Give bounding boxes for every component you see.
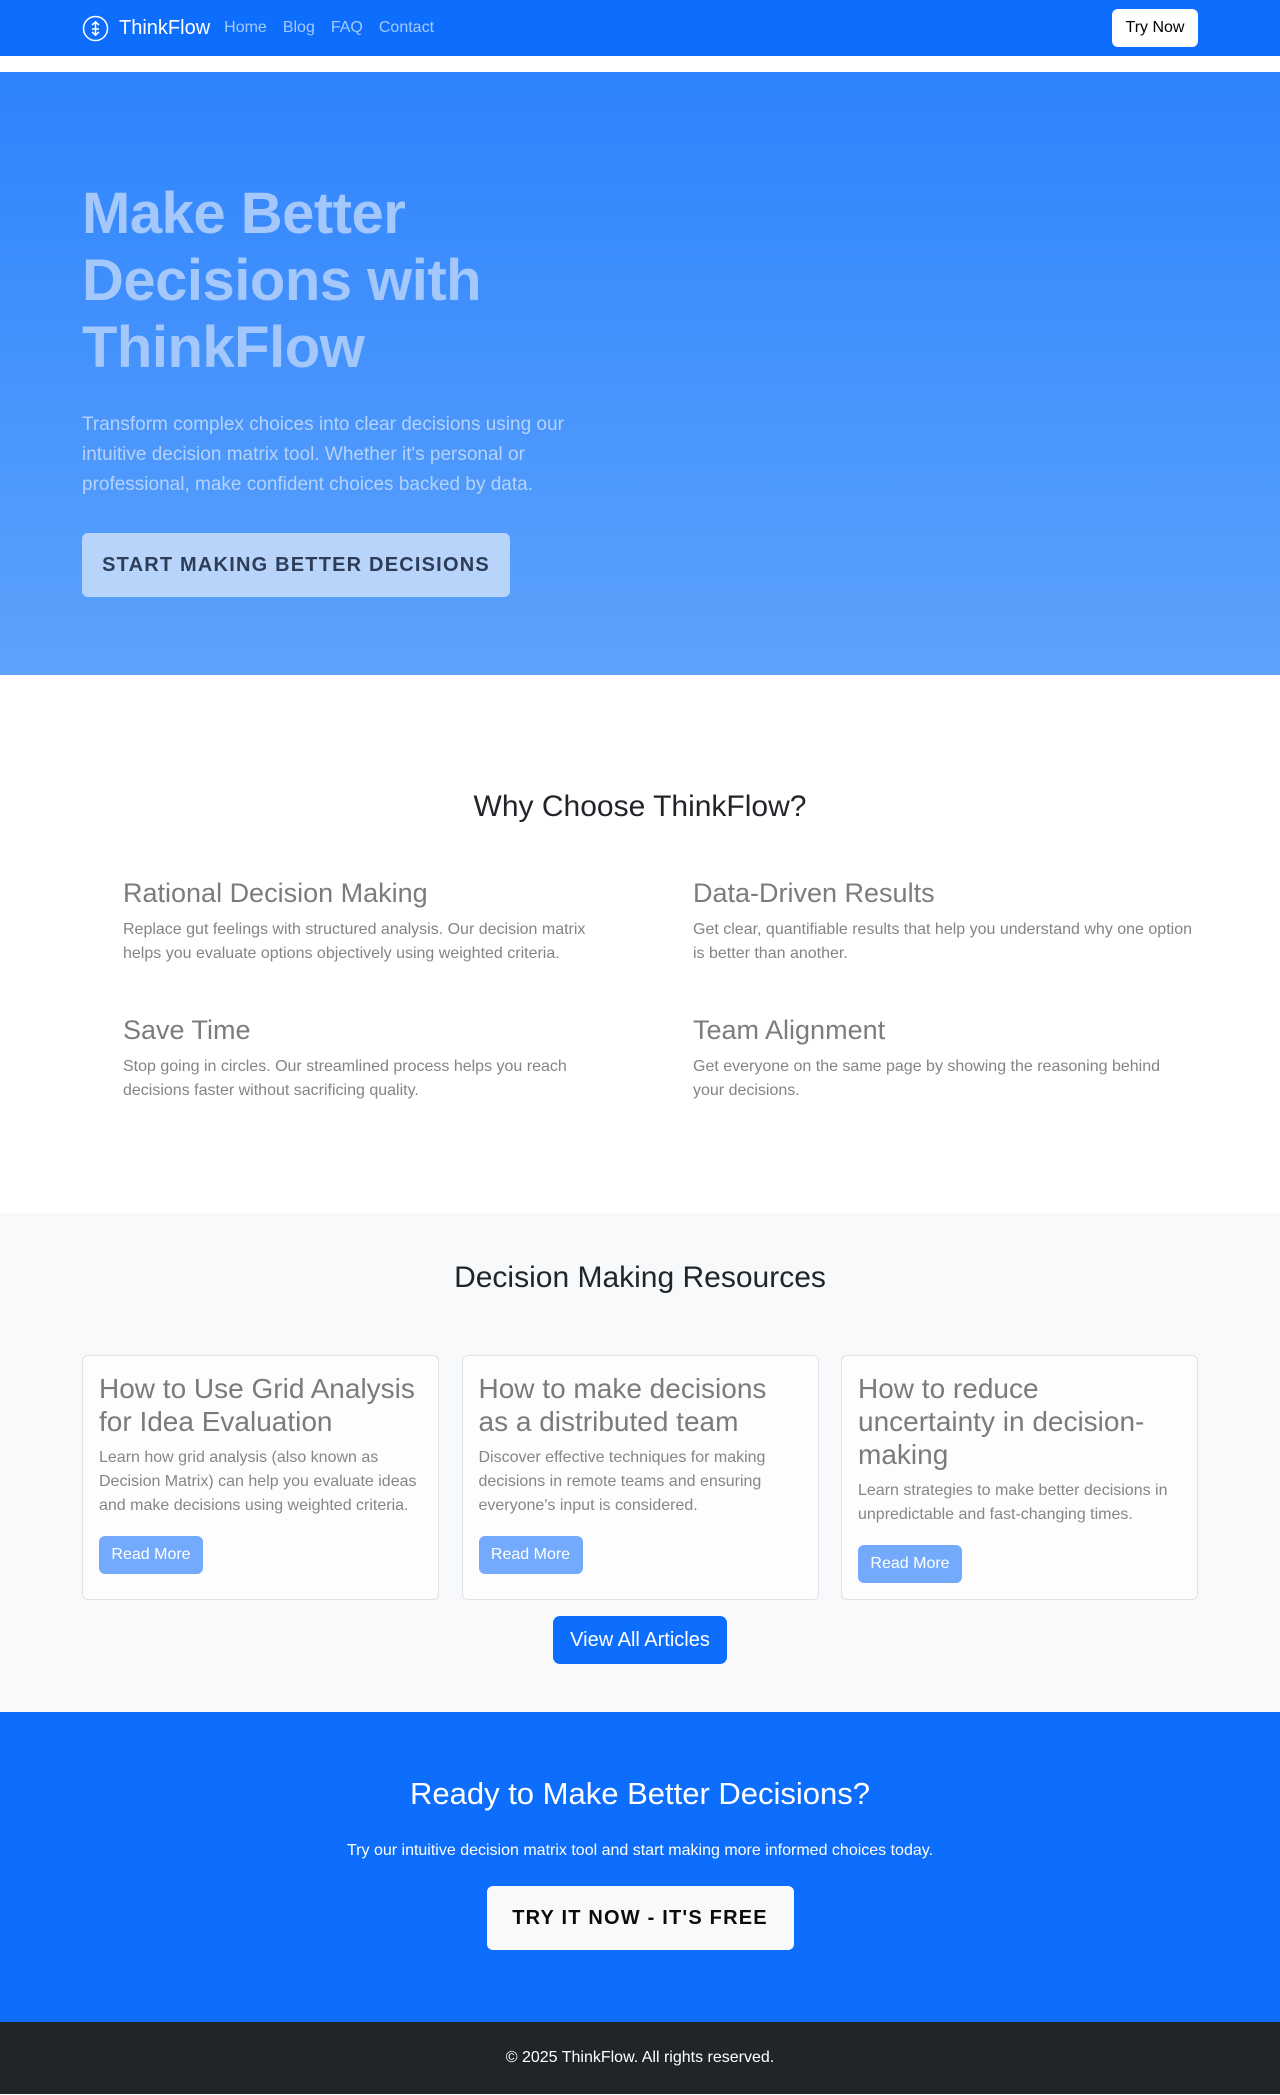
feature-text: Replace gut feelings with structured ana… xyxy=(123,921,586,962)
footer-copyright: © 2025 ThinkFlow. All rights reserved. xyxy=(505,2049,775,2066)
hero-section: Make Better Decisions with ThinkFlow Tra… xyxy=(0,72,1280,675)
read-more-button[interactable]: Read More xyxy=(478,1536,583,1574)
article-title: How to Use Grid Analysis for Idea Evalua… xyxy=(99,1373,415,1437)
try-it-free-button[interactable]: TRY IT NOW - IT'S FREE xyxy=(486,1886,794,1950)
article-summary: Learn how grid analysis (also known as D… xyxy=(99,1449,417,1514)
article-title: How to make decisions as a distributed t… xyxy=(478,1373,767,1437)
brand-link[interactable]: ThinkFlow xyxy=(82,15,210,42)
cta-text: Try our intuitive decision matrix tool a… xyxy=(346,1842,934,1859)
resources-heading: Decision Making Resources xyxy=(454,1261,826,1294)
feature-item: Save Time Stop going in circles. Our str… xyxy=(82,1015,652,1103)
article-card: How to reduce uncertainty in decision-ma… xyxy=(841,1355,1198,1600)
feature-title: Team Alignment xyxy=(693,1015,886,1045)
feature-grid: Rational Decision Making Replace gut fee… xyxy=(82,878,1198,1103)
try-now-button[interactable]: Try Now xyxy=(1112,9,1198,47)
nav-spacer xyxy=(0,56,1280,72)
feature-item: Data-Driven Results Get clear, quantifia… xyxy=(652,878,1198,966)
brand-name: ThinkFlow xyxy=(119,16,211,39)
article-card: How to make decisions as a distributed t… xyxy=(461,1355,819,1600)
article-summary: Discover effective techniques for making… xyxy=(478,1449,766,1514)
article-card: How to Use Grid Analysis for Idea Evalua… xyxy=(82,1355,439,1600)
nav-link-blog[interactable]: Blog xyxy=(283,19,315,37)
nav-link-faq[interactable]: FAQ xyxy=(331,19,363,37)
view-all-wrapper: View All Articles xyxy=(0,1616,1280,1664)
feature-text: Get clear, quantifiable results that hel… xyxy=(693,921,1192,962)
feature-title: Data-Driven Results xyxy=(693,878,935,908)
hero-title: Make Better Decisions with ThinkFlow xyxy=(82,181,482,380)
feature-text: Stop going in circles. Our streamlined p… xyxy=(123,1058,567,1099)
nav-link-contact[interactable]: Contact xyxy=(379,19,434,37)
article-summary: Learn strategies to make better decision… xyxy=(858,1482,1168,1523)
hero-subtitle: Transform complex choices into clear dec… xyxy=(82,414,564,495)
nav-link-home[interactable]: Home xyxy=(224,19,267,37)
feature-item: Team Alignment Get everyone on the same … xyxy=(652,1015,1198,1103)
article-title: How to reduce uncertainty in decision-ma… xyxy=(858,1373,1145,1470)
read-more-button[interactable]: Read More xyxy=(99,1536,203,1574)
feature-text: Get everyone on the same page by showing… xyxy=(693,1058,1160,1099)
feature-item: Rational Decision Making Replace gut fee… xyxy=(82,878,652,966)
resources-section: Decision Making Resources How to Use Gri… xyxy=(0,1213,1280,1712)
feature-title: Save Time xyxy=(123,1015,251,1045)
feature-title: Rational Decision Making xyxy=(123,878,428,908)
view-all-articles-button[interactable]: View All Articles xyxy=(553,1616,727,1664)
cta-section: Ready to Make Better Decisions? Try our … xyxy=(0,1712,1280,2022)
navbar: ThinkFlow Home Blog FAQ Contact Try Now xyxy=(0,0,1280,56)
decision-logo-icon xyxy=(82,15,109,42)
features-heading: Why Choose ThinkFlow? xyxy=(473,790,807,823)
nav-links: Home Blog FAQ Contact xyxy=(224,19,434,37)
footer: © 2025 ThinkFlow. All rights reserved. xyxy=(0,2022,1280,2094)
features-section: Why Choose ThinkFlow? Rational Decision … xyxy=(0,675,1280,1213)
read-more-button[interactable]: Read More xyxy=(858,1545,962,1583)
article-cards: How to Use Grid Analysis for Idea Evalua… xyxy=(82,1355,1198,1600)
start-making-decisions-button[interactable]: START MAKING BETTER DECISIONS xyxy=(82,533,510,597)
cta-heading: Ready to Make Better Decisions? xyxy=(409,1776,871,1811)
